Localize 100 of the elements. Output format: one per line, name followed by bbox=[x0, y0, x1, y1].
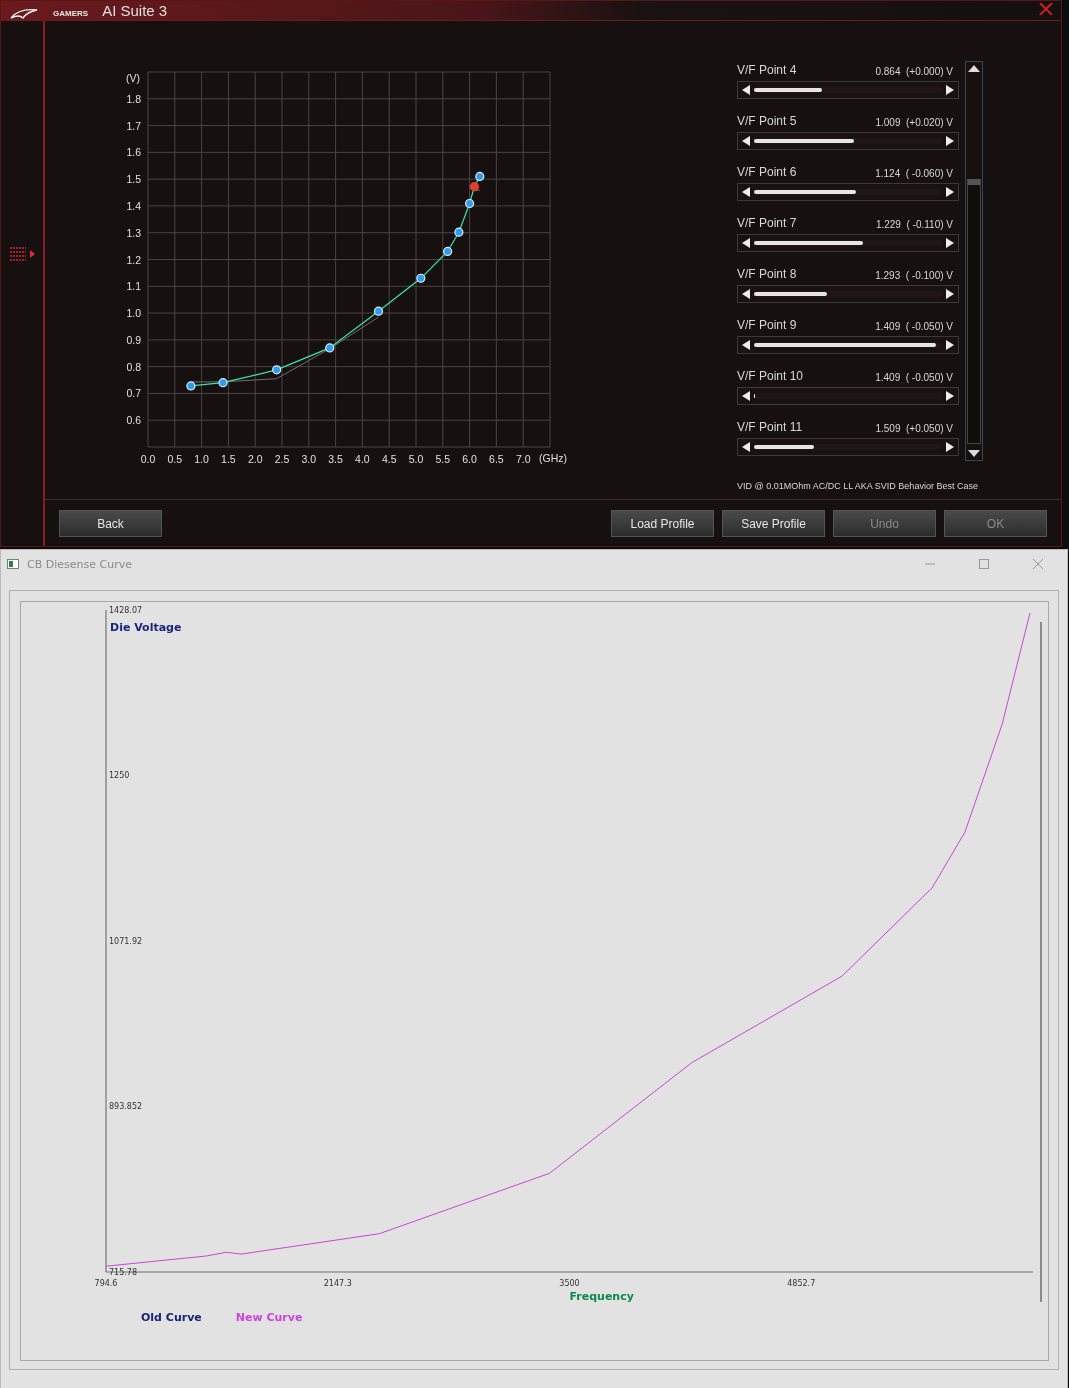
y-tick-label: 1.1 bbox=[126, 280, 141, 293]
curve-point-handle[interactable] bbox=[186, 381, 196, 391]
vf-point-reading: 1.124 ( -0.060) V bbox=[875, 168, 953, 179]
voltage-slider[interactable] bbox=[737, 438, 959, 456]
scroll-up-icon[interactable] bbox=[968, 65, 980, 72]
y-tick-label: 1.2 bbox=[126, 253, 141, 266]
right-arrow-icon[interactable] bbox=[946, 238, 954, 248]
app-icon bbox=[7, 558, 19, 570]
left-arrow-icon[interactable] bbox=[742, 136, 750, 146]
curve-point-handle[interactable] bbox=[454, 227, 464, 237]
window-title: CB Diesense Curve bbox=[27, 557, 133, 571]
scroll-thumb[interactable] bbox=[967, 178, 981, 444]
curve-point-handle[interactable] bbox=[325, 343, 335, 353]
x-tick-label: 7.0 bbox=[515, 453, 531, 465]
x-tick-label: 0.5 bbox=[167, 453, 183, 465]
vf-point-label: V/F Point 9 bbox=[737, 318, 797, 332]
left-arrow-icon[interactable] bbox=[742, 391, 750, 401]
x-tick-label: 1.5 bbox=[221, 453, 236, 465]
curve-point-handle[interactable] bbox=[475, 171, 485, 182]
action-button[interactable]: Back bbox=[59, 510, 162, 537]
right-arrow-icon[interactable] bbox=[946, 136, 954, 146]
x-tick-label: 5.5 bbox=[435, 453, 451, 465]
voltage-slider[interactable] bbox=[737, 234, 959, 252]
x-tick-label: 1.0 bbox=[194, 453, 209, 465]
menu-arrow-icon[interactable] bbox=[8, 244, 36, 263]
x-axis-label: (GHz) bbox=[539, 452, 567, 464]
voltage-slider[interactable] bbox=[737, 183, 959, 201]
scroll-down-icon[interactable] bbox=[968, 450, 980, 457]
left-arrow-icon[interactable] bbox=[742, 340, 750, 350]
vf-point-label: V/F Point 7 bbox=[737, 216, 797, 230]
left-arrow-icon[interactable] bbox=[742, 442, 750, 452]
right-arrow-icon[interactable] bbox=[946, 289, 954, 299]
window-title: AI Suite 3 bbox=[102, 3, 168, 18]
vf-point-label: V/F Point 5 bbox=[737, 114, 797, 128]
voltage-slider[interactable] bbox=[737, 285, 959, 303]
curve-point-handle[interactable] bbox=[465, 198, 475, 209]
curve-point-handle[interactable] bbox=[443, 246, 453, 257]
x-tick-label: 2.5 bbox=[274, 453, 290, 465]
y-tick-label: 715.78 bbox=[109, 1267, 137, 1277]
y-tick-label: 1.8 bbox=[126, 92, 141, 105]
voltage-slider[interactable] bbox=[737, 387, 959, 405]
y-axis-label: (V) bbox=[126, 72, 140, 84]
y-tick-label: 1428.07 bbox=[109, 605, 143, 615]
logo-text: GAMERS bbox=[53, 10, 89, 18]
y-tick-label: 1.0 bbox=[126, 307, 141, 320]
y-tick-label: 1250 bbox=[109, 771, 130, 780]
y-tick-label: 1.4 bbox=[126, 199, 141, 212]
vid-note: VID @ 0.01MOhm AC/DC LL AKA SVID Behavior Best Case bbox=[737, 481, 979, 491]
vf-point-label: V/F Point 4 bbox=[737, 63, 797, 77]
voltage-slider[interactable] bbox=[737, 81, 959, 99]
y-tick-label: 1.6 bbox=[126, 146, 141, 159]
x-tick-label: 2147.3 bbox=[323, 1279, 352, 1288]
legend-label: New Curve bbox=[235, 1311, 303, 1324]
action-button[interactable]: Save Profile bbox=[722, 510, 825, 537]
curve-point-handle[interactable] bbox=[272, 365, 282, 375]
y-tick-label: 1.5 bbox=[126, 173, 141, 186]
vf-point-reading: 1.509 (+0.050) V bbox=[875, 423, 953, 434]
right-arrow-icon[interactable] bbox=[946, 340, 954, 350]
left-arrow-icon[interactable] bbox=[742, 85, 750, 95]
x-axis-label: Frequency bbox=[569, 1290, 634, 1302]
vf-point-label: V/F Point 6 bbox=[737, 165, 797, 179]
right-arrow-icon[interactable] bbox=[946, 391, 954, 401]
y-axis-label: Die Voltage bbox=[110, 621, 182, 634]
left-arrow-icon[interactable] bbox=[742, 289, 750, 299]
vf-point-label: V/F Point 8 bbox=[737, 267, 797, 281]
curve-point-handle[interactable] bbox=[373, 306, 384, 316]
y-tick-label: 0.6 bbox=[126, 414, 141, 427]
vf-point-reading: 1.229 ( -0.110) V bbox=[875, 219, 953, 230]
close-icon[interactable] bbox=[1039, 1, 1053, 13]
vf-point-reading: 1.293 ( -0.100) V bbox=[875, 270, 953, 281]
vf-point-reading: 1.009 (+0.020) V bbox=[875, 117, 953, 128]
curve-point-handle[interactable] bbox=[416, 273, 426, 283]
vf-point-reading: 1.409 ( -0.050) V bbox=[875, 372, 953, 383]
right-arrow-icon[interactable] bbox=[946, 187, 954, 197]
y-tick-label: 1.3 bbox=[126, 226, 141, 239]
x-tick-label: 4.0 bbox=[355, 453, 370, 465]
y-tick-label: 1071.92 bbox=[109, 936, 143, 946]
y-tick-label: 0.8 bbox=[126, 360, 141, 373]
scrollbar[interactable] bbox=[965, 61, 983, 461]
y-tick-label: 893.852 bbox=[109, 1102, 143, 1111]
voltage-slider[interactable] bbox=[737, 132, 959, 150]
curve-point-handle[interactable] bbox=[218, 378, 228, 388]
x-tick-label: 6.5 bbox=[489, 453, 504, 465]
x-tick-label: 4.5 bbox=[381, 453, 397, 465]
x-tick-label: 794.6 bbox=[94, 1279, 118, 1288]
x-tick-label: 5.0 bbox=[408, 453, 424, 465]
x-tick-label: 0.0 bbox=[140, 453, 156, 465]
x-tick-label: 6.0 bbox=[462, 453, 477, 465]
action-button[interactable]: Load Profile bbox=[611, 510, 714, 537]
vf-point-reading: 0.864 (+0.000) V bbox=[875, 66, 953, 77]
right-arrow-icon[interactable] bbox=[946, 442, 954, 452]
left-arrow-icon[interactable] bbox=[742, 187, 750, 197]
y-tick-label: 0.7 bbox=[126, 387, 141, 400]
vf-point-label: V/F Point 10 bbox=[737, 369, 804, 383]
selected-point-handle[interactable] bbox=[469, 182, 479, 192]
y-tick-label: 1.7 bbox=[126, 119, 141, 132]
voltage-slider[interactable] bbox=[737, 336, 959, 354]
right-arrow-icon[interactable] bbox=[946, 85, 954, 95]
legend-label: Old Curve bbox=[141, 1311, 202, 1324]
left-arrow-icon[interactable] bbox=[742, 238, 750, 248]
